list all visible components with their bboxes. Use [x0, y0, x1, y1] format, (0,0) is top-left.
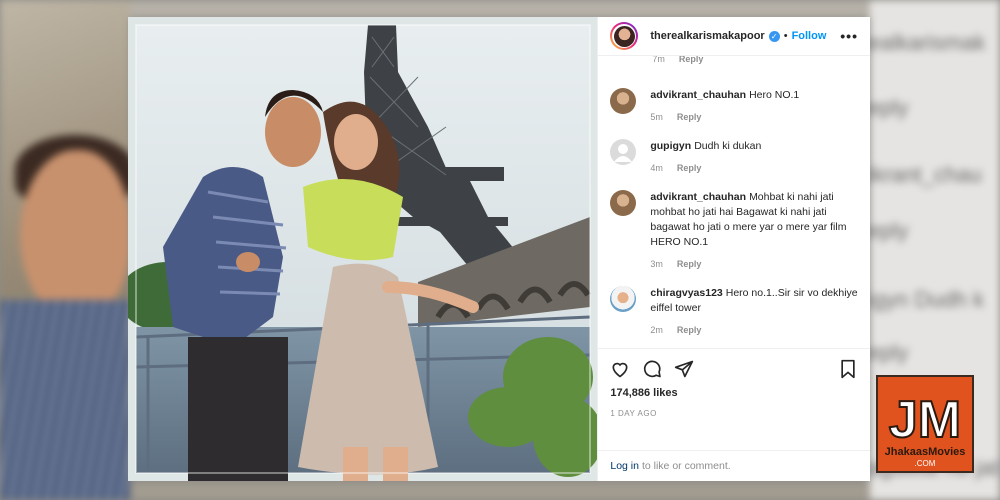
post-date: 1 DAY AGO [610, 409, 657, 418]
comment-item: chiragvyas123 Hero no.1..Sir sir vo dekhi… [598, 286, 870, 338]
comment-body: advikrant_chauhan Hero NO.1 5m Reply [650, 88, 858, 125]
comment-body: chiragvyas123 Hero no.1..Sir sir vo dekhi… [650, 286, 858, 338]
logo-domain-text: .COM [915, 459, 936, 468]
comment-meta: 3m Reply [650, 257, 858, 272]
background-text: ikrant_chau [868, 162, 982, 187]
background-text: igyn Dudh k [868, 287, 985, 312]
post-photo-illustration [128, 24, 598, 481]
comment-time: 3m [650, 259, 663, 269]
post-sidebar: therealkarismakapoor ✓ • Follow ••• 7m R… [597, 17, 870, 481]
bookmark-icon-graphic [841, 359, 855, 379]
reply-button[interactable]: Reply [679, 56, 704, 64]
comment-icon-graphic [644, 360, 662, 378]
jhakaasmovies-logo: JM JhakaasMovies .COM [876, 375, 974, 473]
commenter-avatar[interactable] [610, 286, 637, 312]
commenter-avatar[interactable] [610, 139, 637, 165]
comment-item: advikrant_chauhan Hero NO.1 5m Reply [598, 88, 870, 125]
background-shirt [0, 300, 130, 500]
comments-list[interactable]: 7m Reply advikrant_chauhan Hero NO.1 5m R… [598, 56, 870, 348]
post-header: therealkarismakapoor ✓ • Follow ••• [598, 17, 870, 56]
comment-time: 4m [650, 163, 663, 173]
background-text: ealkarismak [868, 30, 986, 55]
background-text: eply [868, 95, 909, 120]
action-icon-row [610, 357, 858, 381]
bookmark-icon[interactable] [838, 359, 858, 379]
comment-content: advikrant_chauhan Hero NO.1 [650, 88, 858, 103]
post-photo[interactable] [128, 17, 598, 481]
heart-icon-graphic [612, 362, 628, 378]
reply-button[interactable]: Reply [677, 323, 702, 338]
login-link[interactable]: Log in [610, 460, 639, 472]
heart-icon[interactable] [610, 359, 630, 379]
comment-meta: 5m Reply [650, 110, 858, 125]
reply-button[interactable]: Reply [677, 161, 702, 176]
background-top-strip [130, 0, 870, 18]
login-prompt-text: to like or comment. [641, 460, 731, 472]
share-icon[interactable] [674, 359, 694, 379]
share-icon-graphic [675, 360, 694, 378]
comment-body: gupigyn Dudh ki dukan 4m Reply [650, 139, 858, 176]
reply-button[interactable]: Reply [677, 257, 702, 272]
comment-item: gupigyn Dudh ki dukan 4m Reply [598, 139, 870, 176]
logo-letters: JM [889, 391, 961, 449]
comment-meta: 2m Reply [650, 323, 858, 338]
avatar-image [613, 25, 635, 47]
author-avatar[interactable] [610, 22, 639, 50]
comments-scroll-content: 7m Reply advikrant_chauhan Hero NO.1 5m R… [598, 56, 870, 338]
follow-button[interactable]: Follow [792, 30, 827, 42]
comment-icon[interactable] [642, 359, 662, 379]
instagram-post-card: therealkarismakapoor ✓ • Follow ••• 7m R… [128, 17, 870, 481]
more-options-icon[interactable]: ••• [840, 28, 858, 44]
separator-dot: • [783, 30, 788, 42]
background-text: eply [868, 218, 909, 243]
commenter-username[interactable]: chiragvyas123 [650, 287, 722, 299]
comment-time: 2m [650, 325, 663, 335]
comment-time: 7m [652, 56, 665, 64]
logo-graphic: JM JhakaasMovies .COM [885, 390, 966, 468]
comment-meta: 4m Reply [650, 161, 858, 176]
logo-brand-text: JhakaasMovies [885, 446, 966, 458]
comment-text: Dudh ki dukan [694, 140, 762, 152]
comment-content: gupigyn Dudh ki dukan [650, 139, 858, 154]
comment-content: advikrant_chauhan Mohbat ki nahi jati moh… [650, 190, 858, 250]
commenter-avatar[interactable] [610, 190, 637, 216]
reply-button[interactable]: Reply [677, 110, 702, 125]
background-text: eply [868, 340, 909, 365]
comment-item: advikrant_chauhan Mohbat ki nahi jati moh… [598, 190, 870, 272]
likes-count[interactable]: 174,886 likes [610, 387, 858, 399]
comment-time: 5m [650, 112, 663, 122]
commenter-username[interactable]: advikrant_chauhan [650, 89, 746, 101]
commenter-username[interactable]: advikrant_chauhan [650, 191, 746, 203]
commenter-avatar[interactable] [610, 88, 637, 114]
comment-content: chiragvyas123 Hero no.1..Sir sir vo dekhi… [650, 286, 858, 316]
commenter-username[interactable]: gupigyn [650, 140, 691, 152]
background-bottom-strip [130, 482, 870, 500]
author-username[interactable]: therealkarismakapoor [650, 30, 764, 42]
avatar-frame [612, 24, 637, 48]
comment-text: Hero NO.1 [749, 89, 800, 101]
login-prompt: Log in to like or comment. [598, 450, 870, 481]
verified-badge-icon: ✓ [768, 30, 780, 42]
background-face [20, 150, 130, 320]
previous-comment-meta: 7m Reply [598, 56, 870, 68]
default-avatar-icon [614, 144, 633, 162]
post-actions: 174,886 likes 1 DAY AGO [598, 348, 870, 450]
comment-body: advikrant_chauhan Mohbat ki nahi jati moh… [650, 190, 858, 272]
